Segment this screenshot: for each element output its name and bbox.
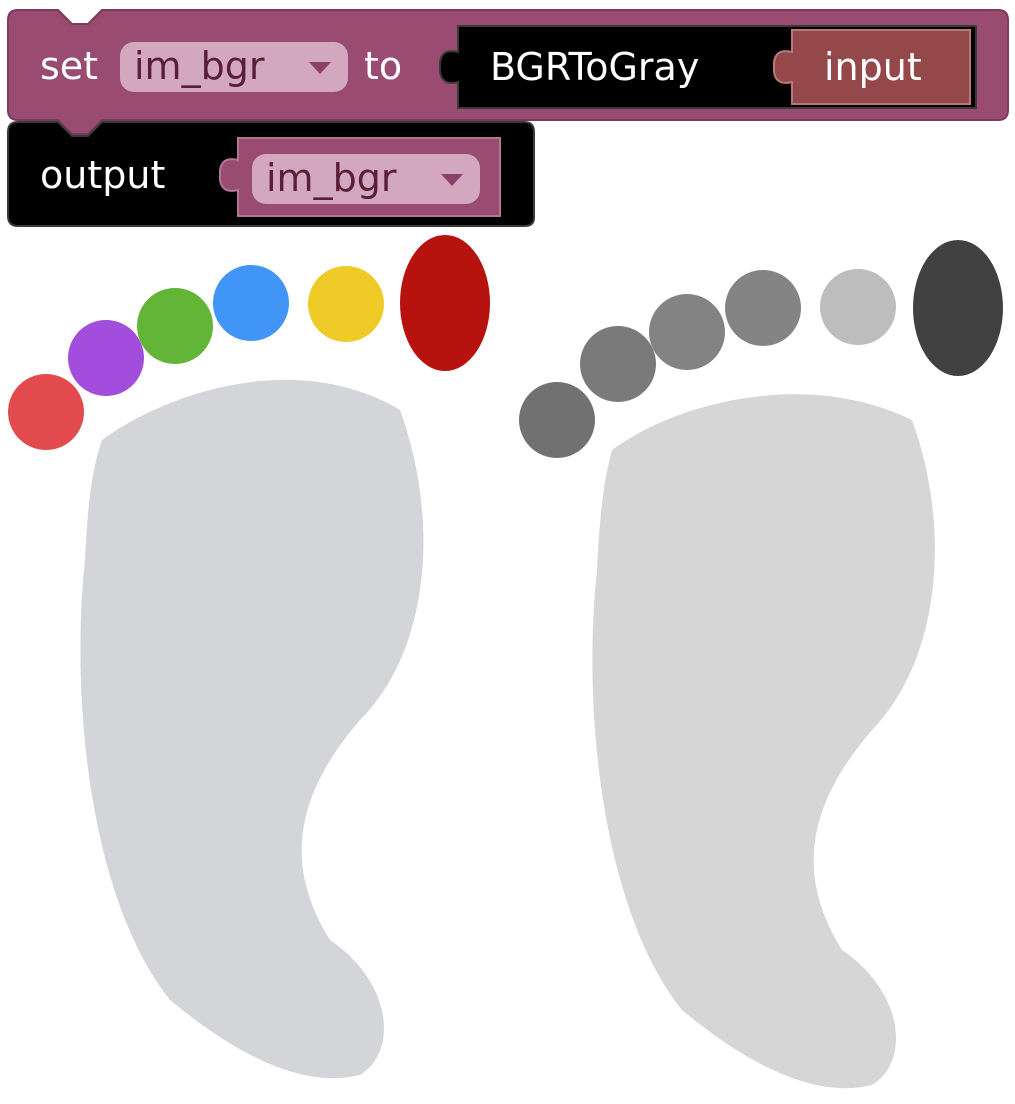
input-label: input (824, 45, 922, 89)
toe (519, 382, 595, 458)
toe (649, 294, 725, 370)
bgr-to-gray-block[interactable]: BGRToGray input (439, 25, 977, 109)
set-block[interactable]: set im_bgr to BGRToGray input (7, 9, 1009, 135)
result-images (8, 235, 1003, 1089)
set-variable-value: im_bgr (134, 44, 265, 88)
output-variable-block[interactable]: im_bgr (219, 137, 501, 217)
toe (68, 320, 144, 396)
toe (820, 269, 896, 345)
set-label: set (40, 44, 98, 88)
toe (308, 266, 384, 342)
toe (913, 240, 1003, 376)
code-blocks: set im_bgr to BGRToGray input output im_… (7, 9, 1009, 227)
toe (400, 235, 490, 371)
toe (137, 288, 213, 364)
foot-sole (592, 394, 935, 1089)
toe (8, 374, 84, 450)
toe (580, 326, 656, 402)
toe (213, 265, 289, 341)
to-label: to (364, 44, 402, 88)
set-variable-dropdown[interactable]: im_bgr (120, 42, 348, 92)
output-label: output (40, 153, 165, 197)
input-block[interactable]: input (773, 29, 971, 105)
original-footprint-image (8, 235, 490, 1079)
output-variable-dropdown[interactable]: im_bgr (252, 154, 480, 204)
output-block[interactable]: output im_bgr (7, 121, 535, 227)
grayscale-footprint-image (519, 240, 1003, 1089)
bgr-to-gray-label: BGRToGray (490, 45, 699, 89)
foot-sole (80, 379, 424, 1079)
toe (725, 270, 801, 346)
output-variable-value: im_bgr (266, 156, 397, 200)
